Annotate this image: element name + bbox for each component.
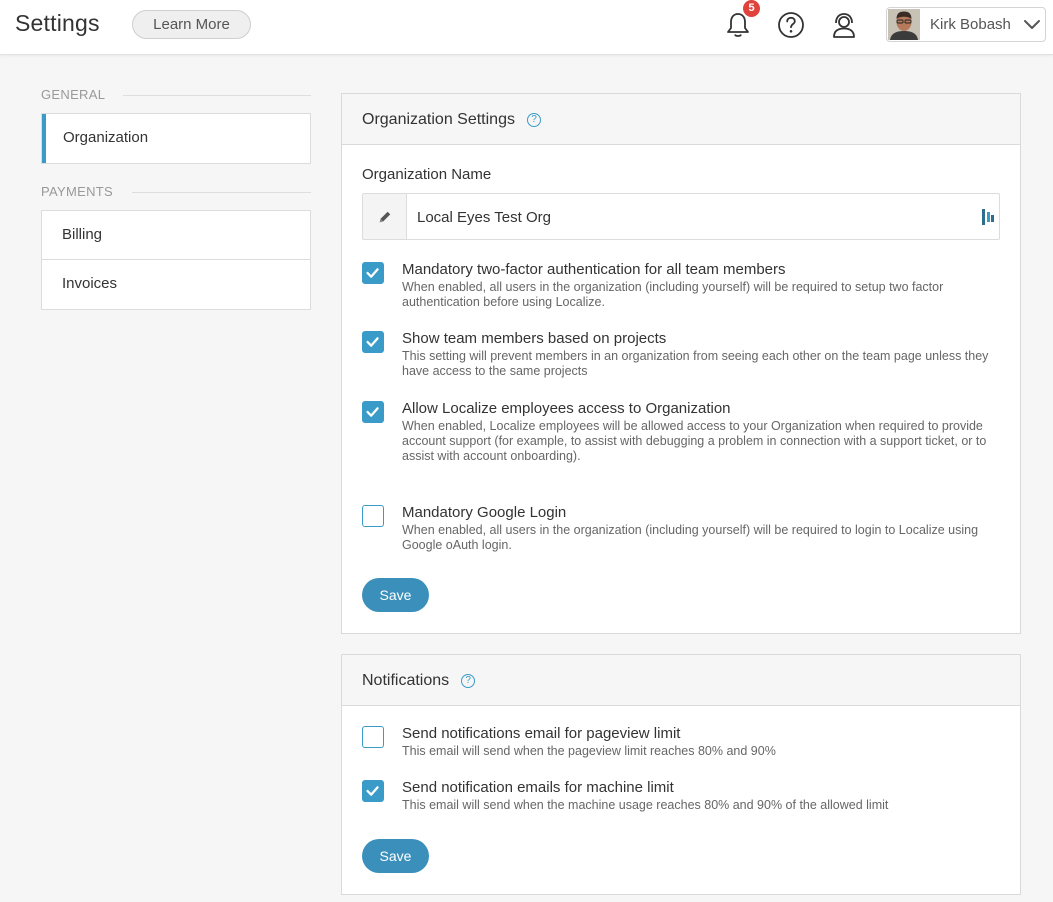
employee-access-checkbox[interactable]: [362, 401, 384, 423]
top-bar: Settings Learn More 5 Kirk Bobash: [0, 0, 1053, 55]
sidebar-section-general: GENERAL: [41, 87, 311, 102]
sidebar-section-label: PAYMENTS: [41, 184, 113, 199]
user-name: Kirk Bobash: [930, 16, 1011, 33]
notifications-card: Notifications? Send notifications email …: [341, 654, 1021, 895]
option-title: Mandatory two-factor authentication for …: [402, 261, 786, 278]
google-login-checkbox[interactable]: [362, 505, 384, 527]
chevron-down-icon: [1024, 20, 1040, 29]
two-factor-checkbox[interactable]: [362, 262, 384, 284]
option-pageview-limit: Send notifications email for pageview li…: [362, 725, 1002, 760]
machine-limit-checkbox[interactable]: [362, 780, 384, 802]
option-title: Send notifications email for pageview li…: [402, 725, 681, 742]
support-headset-icon[interactable]: [829, 10, 859, 40]
card-title: Organization Settings: [362, 111, 515, 128]
organization-settings-header: Organization Settings?: [342, 94, 1020, 145]
user-menu[interactable]: Kirk Bobash: [886, 7, 1046, 42]
question-circle-icon[interactable]: ?: [461, 674, 476, 688]
avatar: [888, 9, 920, 40]
sidebar-section-label: GENERAL: [41, 87, 106, 102]
option-show-team-members: Show team members based on projects This…: [362, 330, 1002, 378]
notifications-header: Notifications?: [342, 655, 1020, 706]
sidebar-item-organization[interactable]: Organization: [42, 114, 310, 163]
sidebar-item-invoices[interactable]: Invoices: [42, 260, 310, 309]
sidebar-payments-list: Billing Invoices: [41, 210, 311, 310]
option-description: This email will send when the pageview l…: [402, 744, 776, 758]
localize-logo-icon: [982, 209, 994, 225]
organization-settings-card: Organization Settings? Organization Name…: [341, 93, 1021, 634]
page-title: Settings: [15, 10, 100, 36]
option-description: When enabled, all users in the organizat…: [402, 280, 944, 309]
option-description: When enabled, Localize employees will be…: [402, 419, 987, 463]
card-title: Notifications: [362, 672, 450, 689]
learn-more-button[interactable]: Learn More: [132, 10, 251, 39]
option-description: This email will send when the machine us…: [402, 798, 889, 812]
pencil-icon: [379, 211, 391, 223]
organization-name-input[interactable]: [417, 206, 977, 228]
notification-badge: 5: [743, 0, 760, 17]
option-title: Send notification emails for machine lim…: [402, 779, 674, 796]
sidebar-general-list: Organization: [41, 113, 311, 164]
check-icon: [366, 337, 379, 347]
check-icon: [366, 268, 379, 278]
check-icon: [366, 407, 379, 417]
option-employee-access: Allow Localize employees access to Organ…: [362, 400, 1002, 463]
show-team-members-checkbox[interactable]: [362, 331, 384, 353]
option-description: When enabled, all users in the organizat…: [402, 523, 979, 552]
option-title: Show team members based on projects: [402, 330, 667, 347]
option-machine-limit: Send notification emails for machine lim…: [362, 779, 1002, 814]
save-organization-button[interactable]: Save: [362, 578, 429, 612]
option-description: This setting will prevent members in an …: [402, 349, 989, 378]
sidebar-section-payments: PAYMENTS: [41, 184, 311, 199]
organization-name-field: [362, 193, 1000, 240]
question-circle-icon[interactable]: ?: [526, 113, 541, 127]
save-notifications-button[interactable]: Save: [362, 839, 429, 873]
organization-name-label: Organization Name: [362, 166, 492, 183]
section-divider: [132, 192, 311, 193]
pageview-limit-checkbox[interactable]: [362, 726, 384, 748]
check-icon: [366, 786, 379, 796]
option-title: Mandatory Google Login: [402, 504, 567, 521]
option-google-login: Mandatory Google Login When enabled, all…: [362, 504, 1002, 552]
option-two-factor: Mandatory two-factor authentication for …: [362, 261, 1002, 309]
sidebar-item-billing[interactable]: Billing: [42, 211, 310, 260]
section-divider: [123, 95, 311, 96]
help-circle-icon[interactable]: [776, 10, 806, 40]
edit-name-button[interactable]: [363, 194, 407, 239]
option-title: Allow Localize employees access to Organ…: [402, 400, 731, 417]
